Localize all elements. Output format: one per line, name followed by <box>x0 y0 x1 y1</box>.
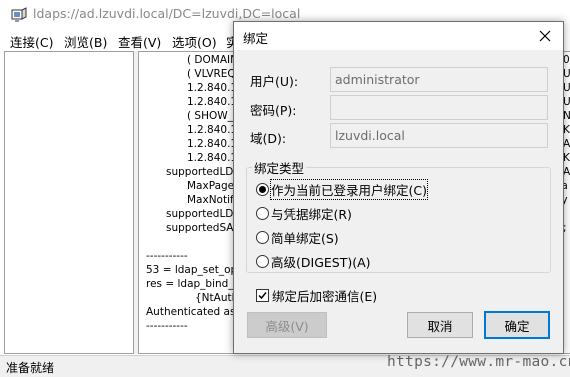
log-line: res = ldap_bind_s <box>146 278 240 290</box>
log-fragment: 0. <box>563 54 570 66</box>
radio-advanced-digest[interactable]: 高级(DIGEST)(A) <box>256 252 371 271</box>
log-line: supportedLDA <box>166 166 241 178</box>
log-line: {NtAuth <box>195 292 239 304</box>
log-fragment: U <box>563 96 570 108</box>
close-icon <box>539 30 551 42</box>
advanced-button[interactable]: 高级(V) <box>247 312 327 338</box>
log-line: ( SHOW_ <box>187 110 233 122</box>
password-field[interactable] <box>330 95 548 120</box>
domain-label: 域(D): <box>250 131 287 146</box>
log-line: ----------- <box>146 250 188 262</box>
log-fragment: K <box>563 152 570 164</box>
radio-simple[interactable]: 简单绑定(S) <box>256 228 339 247</box>
password-label: 密码(P): <box>250 103 297 118</box>
log-line: ( VLVREQ <box>187 68 236 80</box>
cancel-button[interactable]: 取消 <box>407 312 473 338</box>
status-text: 准备就绪 <box>6 361 55 375</box>
menu-options[interactable]: 选项(O) <box>172 32 217 51</box>
menu-view[interactable]: 查看(V) <box>118 32 161 51</box>
radio-advanced-digest-label: 高级(DIGEST)(A) <box>271 255 371 270</box>
domain-field[interactable]: lzuvdi.local <box>330 123 548 148</box>
log-line: 1.2.840.1 <box>187 138 238 150</box>
radio-icon <box>256 231 269 244</box>
encrypt-checkbox[interactable]: 绑定后加密通信(E) <box>256 286 377 305</box>
log-line: 1.2.840.1 <box>187 82 238 94</box>
dialog-titlebar: 绑定 <box>234 22 563 50</box>
ldp-app-icon <box>11 7 27 22</box>
log-line: supportedSAS <box>166 222 241 234</box>
radio-credentials-label: 与凭据绑定(R) <box>271 207 352 222</box>
encrypt-label: 绑定后加密通信(E) <box>272 289 378 304</box>
window-title: ldaps://ad.lzuvdi.local/DC=lzuvdi,DC=loc… <box>33 6 301 21</box>
log-line: Authenticated as: <box>146 306 239 318</box>
log-line: 1.2.840.1 <box>187 152 238 164</box>
watermark-text: https://www.mr-mao.cn <box>387 354 570 370</box>
log-fragment: K <box>563 124 570 136</box>
log-line: 53 = ldap_set_opt <box>146 264 242 276</box>
log-line: supportedLDA <box>166 208 241 220</box>
tree-pane[interactable] <box>4 51 134 354</box>
radio-current-user[interactable]: 作为当前已登录用户绑定(C) <box>256 179 428 200</box>
log-line: 1.2.840.1 <box>187 96 238 108</box>
radio-credentials[interactable]: 与凭据绑定(R) <box>256 204 352 223</box>
radio-current-user-label: 作为当前已登录用户绑定(C) <box>270 179 428 200</box>
radio-selected-icon <box>256 183 269 196</box>
dialog-title: 绑定 <box>243 31 269 46</box>
close-button[interactable] <box>535 26 555 46</box>
log-line: 1.2.840.1 <box>187 124 238 136</box>
user-field[interactable]: administrator <box>330 67 548 92</box>
ok-button[interactable]: 确定 <box>484 311 550 339</box>
radio-icon <box>256 255 269 268</box>
bind-type-group-title: 绑定类型 <box>252 158 307 177</box>
log-fragment: U <box>563 82 570 94</box>
log-line: ( DOMAIN <box>187 54 238 66</box>
bind-dialog: 绑定 用户(U): administrator 密码(P): 域(D): lzu… <box>233 21 564 354</box>
log-line: ----------- <box>146 320 188 332</box>
user-label: 用户(U): <box>250 74 299 89</box>
menu-connection[interactable]: 连接(C) <box>10 32 53 51</box>
log-fragment: A <box>563 138 570 150</box>
radio-simple-label: 简单绑定(S) <box>271 231 339 246</box>
log-fragment: A <box>563 166 570 178</box>
log-fragment: U <box>563 68 570 80</box>
checkbox-checked-icon <box>256 289 269 302</box>
menu-browse[interactable]: 浏览(B) <box>64 32 107 51</box>
log-fragment: N <box>563 109 570 123</box>
radio-icon <box>256 207 269 220</box>
